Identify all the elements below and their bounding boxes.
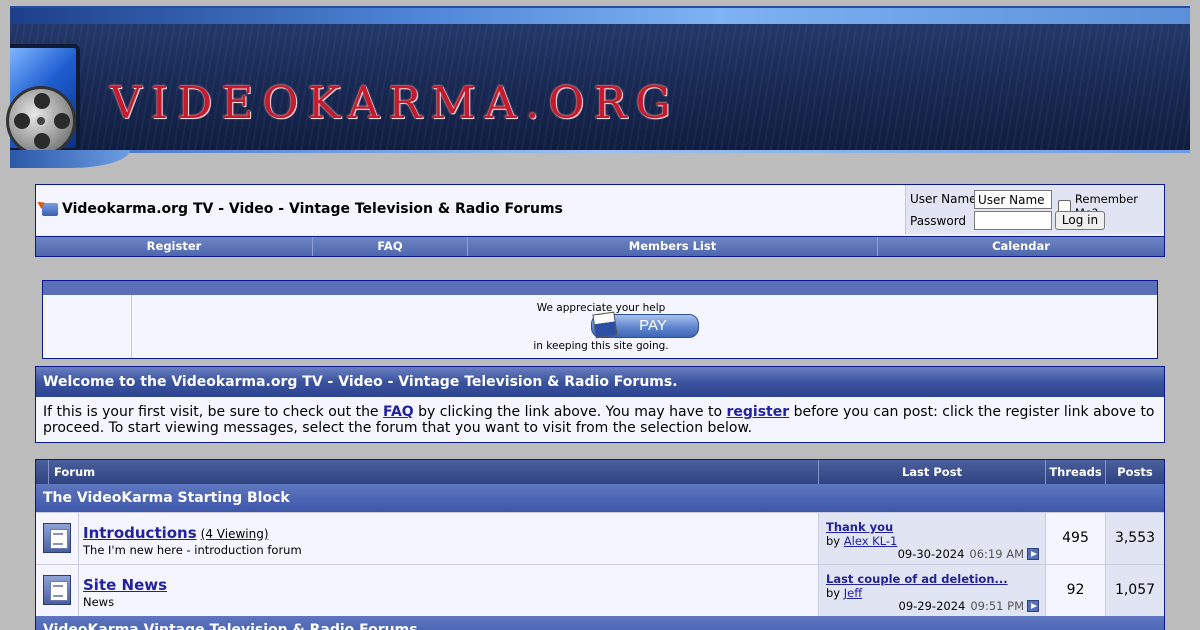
donation-line-2: in keeping this site going. [533, 340, 669, 352]
forum-name[interactable]: Site News [83, 576, 167, 594]
nav-register-link[interactable]: Register [36, 237, 313, 256]
password-input[interactable] [974, 211, 1052, 230]
last-post-datetime: 09-29-2024 09:51 PM [898, 599, 1039, 613]
last-post-user[interactable]: Jeff [844, 586, 862, 600]
go-to-last-post-icon[interactable] [1027, 600, 1039, 612]
login-button[interactable]: Log in [1055, 211, 1105, 230]
nav-members-list-link[interactable]: Members List [468, 237, 878, 256]
header-threads: Threads [1045, 460, 1105, 484]
last-post-date: 09-30-2024 [897, 547, 965, 561]
navbar-links: Register FAQ Members List Calendar [36, 236, 1164, 256]
last-post-date: 09-29-2024 [898, 599, 966, 613]
welcome-box: Welcome to the Videokarma.org TV - Video… [35, 366, 1165, 443]
last-post-title[interactable]: Thank you [826, 520, 893, 534]
welcome-message: If this is your first visit, be sure to … [43, 404, 1155, 436]
forum-link[interactable]: Site News [83, 576, 167, 594]
viewing-count: (4 Viewing) [200, 527, 269, 541]
donation-line-1: We appreciate your help [536, 302, 666, 314]
table-row: Introductions (4 Viewing) The I'm new her… [36, 512, 1164, 564]
pay-button[interactable]: PAY [591, 311, 699, 339]
last-post-time: 06:19 AM [969, 547, 1024, 561]
forum-table: Forum Last Post Threads Posts The VideoK… [35, 459, 1165, 630]
post-count: 3,553 [1105, 513, 1164, 564]
login-form: User Name Remember Me? Password Log in [905, 185, 1164, 234]
breadcrumb: Videokarma.org TV - Video - Vintage Tele… [42, 201, 563, 217]
table-header: Forum Last Post Threads Posts [36, 460, 1164, 484]
forum-status-icon [43, 523, 71, 553]
payment-card-icon [592, 311, 618, 339]
category-header[interactable]: VideoKarma Vintage Television & Radio Fo… [36, 616, 1164, 630]
forum-name[interactable]: Introductions [83, 524, 197, 542]
username-input[interactable] [974, 190, 1052, 209]
navbar: Videokarma.org TV - Video - Vintage Tele… [35, 184, 1165, 257]
last-post-by: by Alex KL-1 [826, 534, 897, 548]
banner-main: VIDEOKARMA.ORG [6, 24, 1190, 156]
site-banner: VIDEOKARMA.ORG [6, 0, 1190, 168]
category-header[interactable]: The VideoKarma Starting Block [36, 484, 1164, 512]
site-logo[interactable]: VIDEOKARMA.ORG [110, 78, 680, 129]
pay-button-label: PAY [639, 317, 667, 334]
nav-calendar-link[interactable]: Calendar [878, 237, 1164, 256]
last-post-user[interactable]: Alex KL-1 [844, 534, 898, 548]
donation-header [43, 281, 1157, 295]
donation-box: We appreciate your help PAY in keeping t… [42, 280, 1158, 359]
film-reel-icon [6, 86, 76, 156]
banner-bottom [10, 150, 1190, 168]
forum-description: News [83, 595, 115, 609]
last-post-cell: Last couple of ad deletion... by Jeff 09… [818, 565, 1045, 616]
welcome-title: Welcome to the Videokarma.org TV - Video… [36, 367, 1164, 397]
thread-count: 92 [1045, 565, 1105, 616]
last-post-datetime: 09-30-2024 06:19 AM [898, 547, 1039, 561]
header-last-post: Last Post [818, 460, 1045, 484]
last-post-time: 09:51 PM [970, 599, 1024, 613]
go-to-last-post-icon[interactable] [1027, 548, 1039, 560]
header-forum: Forum [48, 460, 818, 484]
welcome-faq-link[interactable]: FAQ [383, 404, 414, 420]
forum-link[interactable]: Introductions (4 Viewing) [83, 524, 269, 542]
by-label: by [826, 534, 841, 548]
forum-description: The I'm new here - introduction forum [83, 543, 302, 557]
folder-icon [42, 202, 58, 216]
by-label: by [826, 586, 841, 600]
last-post-cell: Thank you by Alex KL-1 09-30-2024 06:19 A… [818, 513, 1045, 564]
password-label: Password [910, 214, 967, 228]
site-title[interactable]: Videokarma.org TV - Video - Vintage Tele… [62, 201, 563, 217]
table-row: Site News News Last couple of ad deletio… [36, 564, 1164, 616]
username-label: User Name [910, 192, 977, 206]
header-posts: Posts [1105, 460, 1164, 484]
thread-count: 495 [1045, 513, 1105, 564]
welcome-text-2: by clicking the link above. You may have… [413, 404, 727, 420]
welcome-text-1: If this is your first visit, be sure to … [43, 404, 383, 420]
forum-status-icon [43, 575, 71, 605]
last-post-title[interactable]: Last couple of ad deletion... [826, 572, 1008, 586]
banner-top-stripe [10, 6, 1190, 26]
last-post-by: by Jeff [826, 586, 862, 600]
post-count: 1,057 [1105, 565, 1164, 616]
welcome-register-link[interactable]: register [726, 404, 789, 420]
nav-faq-link[interactable]: FAQ [313, 237, 468, 256]
